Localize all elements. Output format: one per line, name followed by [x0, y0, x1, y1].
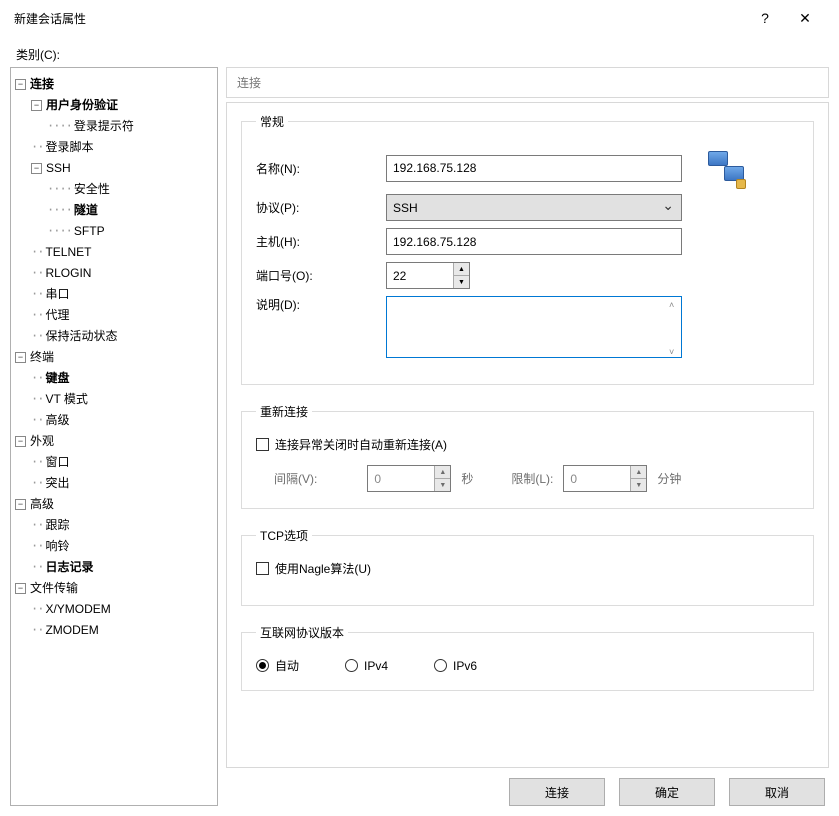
group-general: 常规 名称(N): 协议(P): SSH: [241, 113, 814, 385]
interval-unit: 秒: [461, 470, 473, 487]
group-tcp: TCP选项 使用Nagle算法(U): [241, 527, 814, 606]
cancel-button[interactable]: 取消: [729, 778, 825, 806]
tree-advanced[interactable]: 高级: [30, 494, 54, 515]
tree-trace[interactable]: 跟踪: [45, 515, 69, 536]
tree-proxy[interactable]: 代理: [45, 305, 69, 326]
radio-auto[interactable]: 自动: [256, 657, 299, 674]
limit-unit: 分钟: [657, 470, 681, 487]
tree-serial[interactable]: 串口: [45, 284, 69, 305]
desc-textarea[interactable]: [386, 296, 682, 358]
panel-header: 连接: [226, 67, 829, 98]
tree-keepalive[interactable]: 保持活动状态: [45, 326, 117, 347]
minus-icon[interactable]: −: [15, 499, 26, 510]
label-interval: 间隔(V):: [274, 470, 317, 487]
nagle-checkbox-label: 使用Nagle算法(U): [275, 560, 371, 577]
minus-icon[interactable]: −: [15, 352, 26, 363]
network-icon: [708, 151, 744, 187]
tree-window[interactable]: 窗口: [45, 452, 69, 473]
chevron-up-icon[interactable]: ▲: [454, 263, 469, 276]
tree-security[interactable]: 安全性: [74, 179, 110, 200]
label-limit: 限制(L):: [511, 470, 553, 487]
tree-advanced-term[interactable]: 高级: [45, 410, 69, 431]
chevron-up-icon[interactable]: ˄: [669, 300, 679, 310]
minus-icon[interactable]: −: [31, 100, 42, 111]
tree-file-transfer[interactable]: 文件传输: [30, 578, 78, 599]
tree-tunnel[interactable]: 隧道: [74, 200, 98, 221]
tree-highlight[interactable]: 突出: [45, 473, 69, 494]
legend-tcp: TCP选项: [256, 527, 312, 544]
chevron-down-icon: ▼: [435, 479, 450, 491]
limit-stepper: ▲▼: [563, 465, 647, 492]
label-name: 名称(N):: [256, 160, 386, 177]
tree-vtmode[interactable]: VT 模式: [45, 389, 87, 410]
help-button[interactable]: ?: [745, 10, 785, 26]
radio-ipv6[interactable]: IPv6: [434, 659, 477, 673]
minus-icon[interactable]: −: [15, 79, 26, 90]
checkbox-icon[interactable]: [256, 562, 269, 575]
limit-input: [564, 466, 630, 491]
tree-rlogin[interactable]: RLOGIN: [45, 263, 91, 284]
port-input[interactable]: [387, 263, 453, 288]
ok-button[interactable]: 确定: [619, 778, 715, 806]
titlebar: 新建会话属性 ? ✕: [0, 0, 839, 36]
reconnect-checkbox[interactable]: 连接异常关闭时自动重新连接(A): [256, 436, 799, 453]
name-input[interactable]: [386, 155, 682, 182]
interval-stepper: ▲▼: [367, 465, 451, 492]
tree-xymodem[interactable]: X/YMODEM: [45, 599, 110, 620]
tree-terminal[interactable]: 终端: [30, 347, 54, 368]
label-protocol: 协议(P):: [256, 199, 386, 216]
tree-user-auth[interactable]: 用户身份验证: [46, 95, 118, 116]
protocol-select[interactable]: SSH: [386, 194, 682, 221]
category-tree[interactable]: −连接 −用户身份验证 ····登录提示符 ··登录脚本 −SSH: [10, 67, 218, 806]
interval-input: [368, 466, 434, 491]
chevron-down-icon: ▼: [631, 479, 646, 491]
label-desc: 说明(D):: [256, 296, 386, 313]
tree-connection[interactable]: 连接: [30, 74, 54, 95]
minus-icon[interactable]: −: [15, 583, 26, 594]
minus-icon[interactable]: −: [31, 163, 42, 174]
tree-login-script[interactable]: 登录脚本: [45, 137, 93, 158]
host-input[interactable]: [386, 228, 682, 255]
close-button[interactable]: ✕: [785, 10, 825, 27]
group-ipver: 互联网协议版本 自动 IPv4 IPv6: [241, 624, 814, 691]
tree-ssh[interactable]: SSH: [46, 158, 71, 179]
tree-telnet[interactable]: TELNET: [45, 242, 91, 263]
tree-appearance[interactable]: 外观: [30, 431, 54, 452]
chevron-up-icon: ▲: [435, 466, 450, 479]
reconnect-checkbox-label: 连接异常关闭时自动重新连接(A): [275, 436, 447, 453]
tree-zmodem[interactable]: ZMODEM: [45, 620, 98, 641]
tree-sftp[interactable]: SFTP: [74, 221, 105, 242]
legend-general: 常规: [256, 113, 288, 130]
tree-login-prompt[interactable]: 登录提示符: [74, 116, 134, 137]
checkbox-icon[interactable]: [256, 438, 269, 451]
label-host: 主机(H):: [256, 233, 386, 250]
legend-ipver: 互联网协议版本: [256, 624, 348, 641]
connect-button[interactable]: 连接: [509, 778, 605, 806]
legend-reconnect: 重新连接: [256, 403, 312, 420]
chevron-down-icon[interactable]: ▼: [454, 276, 469, 288]
tree-logging[interactable]: 日志记录: [45, 557, 93, 578]
nagle-checkbox[interactable]: 使用Nagle算法(U): [256, 560, 799, 577]
tree-bell[interactable]: 响铃: [45, 536, 69, 557]
label-port: 端口号(O):: [256, 267, 386, 284]
category-label: 类别(C):: [16, 46, 829, 63]
chevron-down-icon[interactable]: ˅: [669, 347, 679, 357]
group-reconnect: 重新连接 连接异常关闭时自动重新连接(A) 间隔(V): ▲▼ 秒 限制(L):: [241, 403, 814, 509]
radio-ipv4[interactable]: IPv4: [345, 659, 388, 673]
chevron-up-icon: ▲: [631, 466, 646, 479]
window-title: 新建会话属性: [14, 10, 745, 27]
tree-keyboard[interactable]: 键盘: [45, 368, 69, 389]
port-stepper[interactable]: ▲▼: [386, 262, 470, 289]
minus-icon[interactable]: −: [15, 436, 26, 447]
